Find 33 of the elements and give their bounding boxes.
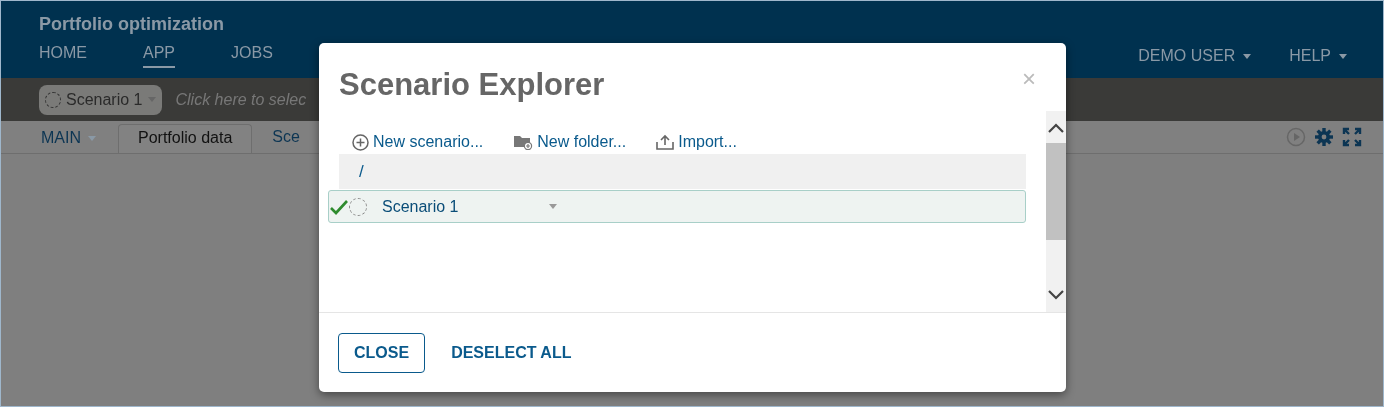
caret-icon [1339,53,1347,59]
scrollbar[interactable] [1046,111,1066,312]
app-title: Portfolio optimization [39,13,225,32]
check-icon[interactable] [329,198,349,215]
menu-dropdown[interactable]: MAIN [41,129,96,153]
caret-icon [1243,53,1252,59]
scenario-name: Scenario 1 [382,197,459,216]
menu-dropdown[interactable]: HELP [1289,42,1347,68]
fullscreen-icon[interactable] [1342,127,1362,147]
settings-icon[interactable] [1314,127,1334,147]
scenario-select-field[interactable]: Click here to selec [175,90,307,109]
nav-tab[interactable]: HOME [39,42,87,68]
plus-circle-icon [352,133,369,151]
action-link[interactable]: New folder... [513,130,627,154]
scroll-thumb[interactable] [1046,143,1066,240]
view-tab[interactable]: Portfolio data [118,124,253,153]
folder-plus-icon [513,134,534,150]
action-link[interactable]: Import... [656,130,737,154]
close-button[interactable]: CLOSE [338,332,426,373]
caret-icon[interactable] [548,204,557,209]
dialog-title: Scenario Explorer [339,67,605,104]
import-icon [656,134,675,150]
folder-path: / [339,154,1026,189]
scenario-chip[interactable]: Scenario 1 [39,84,162,115]
menu-dropdown[interactable]: DEMO USER [1138,42,1252,68]
nav-tab[interactable]: APP [143,42,175,68]
scroll-down-icon[interactable] [1046,288,1066,302]
action-link[interactable]: New scenario... [352,130,484,154]
scenario-row[interactable]: Scenario 1 [328,190,1026,223]
caret-icon [88,135,96,141]
scroll-up-icon[interactable] [1046,121,1066,135]
nav-tab[interactable]: JOBS [231,42,273,68]
view-tab[interactable]: Sce [252,123,320,153]
